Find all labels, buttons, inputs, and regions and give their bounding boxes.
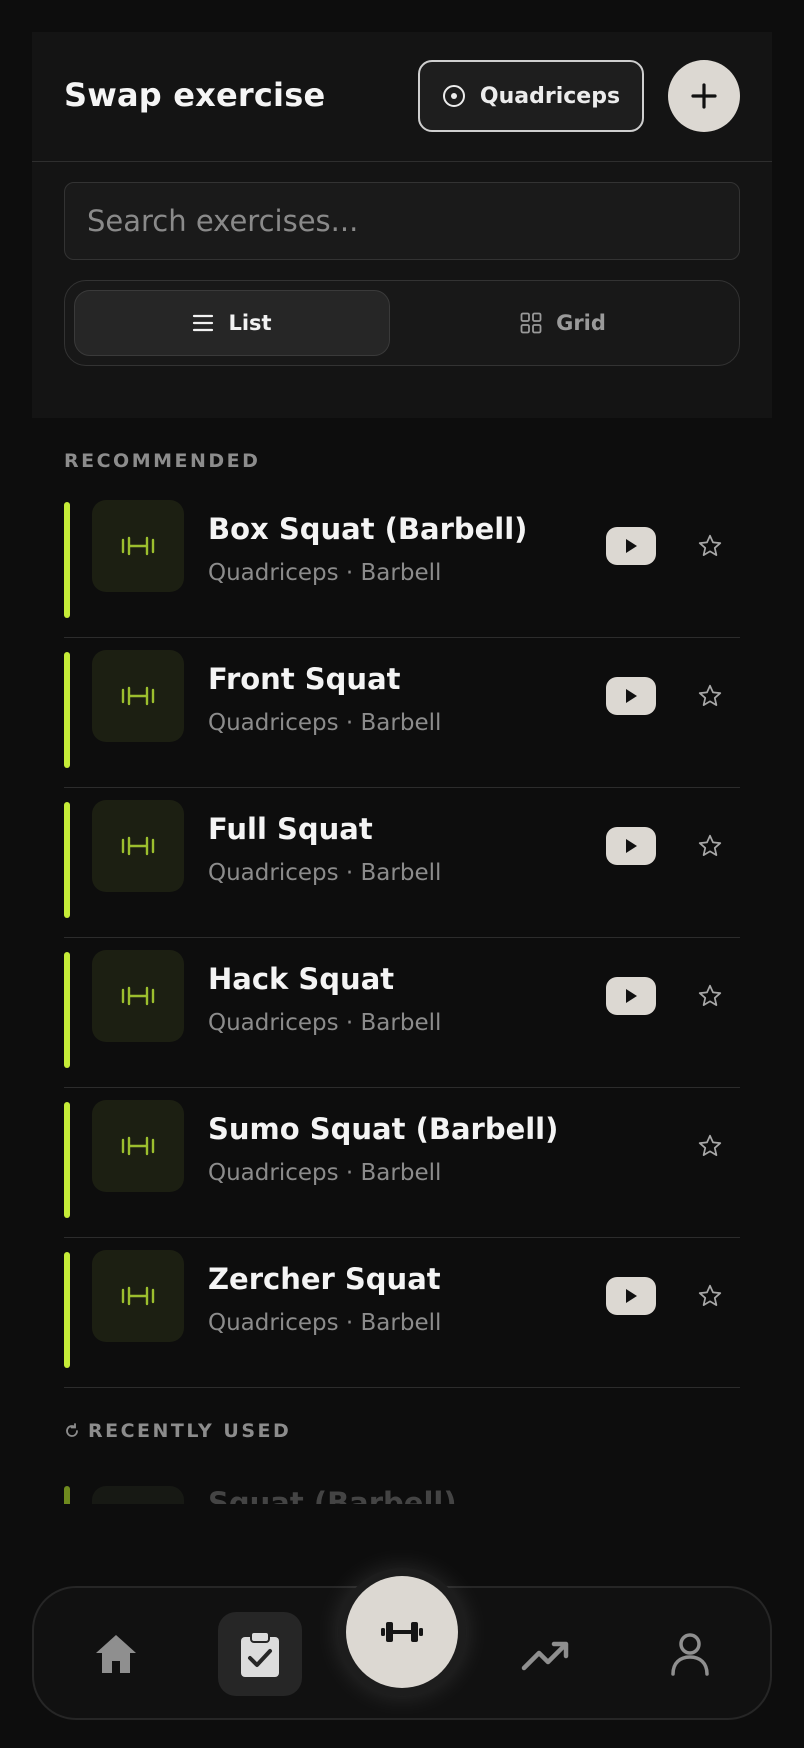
exercise-thumbnail (92, 1250, 184, 1342)
muscle-filter-button[interactable]: Quadriceps (418, 60, 644, 132)
list-view-button[interactable]: List (74, 290, 390, 356)
barbell-icon (121, 986, 155, 1006)
exercise-thumbnail (92, 950, 184, 1042)
exercise-meta: Quadriceps · Barbell (208, 1310, 442, 1336)
row-accent (64, 1486, 70, 1504)
grid-view-label: Grid (556, 311, 606, 335)
star-icon (698, 984, 722, 1006)
favorite-button[interactable] (692, 678, 728, 714)
list-icon (193, 314, 214, 332)
exercise-thumbnail (92, 500, 184, 592)
exercise-name: Box Squat (Barbell) (208, 512, 528, 546)
section-label-recent: RECENTLY USED (64, 1420, 291, 1442)
favorite-button[interactable] (692, 1278, 728, 1314)
video-button[interactable] (606, 677, 656, 715)
exercise-thumbnail (92, 650, 184, 742)
row-accent (64, 952, 70, 1068)
nav-workout-log[interactable] (218, 1612, 302, 1696)
exercise-name: Sumo Squat (Barbell) (208, 1112, 559, 1146)
exercise-name: Squat (Barbell) (208, 1486, 457, 1504)
exercise-row[interactable]: Sumo Squat (Barbell) Quadriceps · Barbell (64, 1088, 740, 1238)
exercise-thumbnail (92, 1486, 184, 1504)
add-exercise-button[interactable] (668, 60, 740, 132)
barbell-icon (121, 1286, 155, 1306)
plus-icon (691, 83, 717, 109)
nav-progress[interactable] (504, 1612, 588, 1696)
dumbbell-icon (381, 1622, 423, 1642)
recent-exercise-row[interactable]: Squat (Barbell) (64, 1476, 740, 1504)
page-title: Swap exercise (64, 76, 326, 114)
favorite-button[interactable] (692, 1128, 728, 1164)
row-accent (64, 1252, 70, 1368)
exercise-name: Full Squat (208, 812, 373, 846)
exercise-name: Zercher Squat (208, 1262, 441, 1296)
video-button[interactable] (606, 977, 656, 1015)
row-accent (64, 1102, 70, 1218)
nav-home[interactable] (74, 1612, 158, 1696)
list-view-label: List (228, 311, 272, 335)
exercise-row[interactable]: Hack Squat Quadriceps · Barbell (64, 938, 740, 1088)
exercise-meta: Quadriceps · Barbell (208, 860, 442, 886)
video-button[interactable] (606, 1277, 656, 1315)
star-icon (698, 834, 722, 856)
video-button[interactable] (606, 827, 656, 865)
top-panel: Swap exercise Quadriceps Search exercise… (32, 32, 772, 418)
view-toggle: List Grid (64, 280, 740, 366)
favorite-button[interactable] (692, 978, 728, 1014)
star-icon (698, 1134, 722, 1156)
recent-label-text: RECENTLY USED (88, 1420, 292, 1442)
exercise-row[interactable]: Full Squat Quadriceps · Barbell (64, 788, 740, 938)
search-input[interactable] (87, 204, 717, 238)
play-icon (626, 689, 637, 703)
exercise-row[interactable]: Front Squat Quadriceps · Barbell (64, 638, 740, 788)
grid-icon (520, 312, 542, 334)
header: Swap exercise Quadriceps (32, 32, 772, 162)
muscle-filter-label: Quadriceps (479, 83, 621, 109)
exercise-meta: Quadriceps · Barbell (208, 560, 442, 586)
target-icon (442, 85, 465, 107)
grid-view-button[interactable]: Grid (405, 290, 721, 356)
home-icon (96, 1635, 136, 1673)
row-accent (64, 802, 70, 918)
star-icon (698, 1284, 722, 1306)
exercise-name: Front Squat (208, 662, 401, 696)
barbell-icon (121, 1136, 155, 1156)
exercise-thumbnail (92, 1100, 184, 1192)
star-icon (698, 534, 722, 556)
swap-exercise-screen: Swap exercise Quadriceps Search exercise… (0, 0, 804, 1748)
search-field[interactable] (64, 182, 740, 260)
trending-up-icon (521, 1641, 569, 1671)
exercise-row[interactable]: Box Squat (Barbell) Quadriceps · Barbell (64, 488, 740, 638)
row-accent (64, 502, 70, 618)
history-icon (66, 1423, 78, 1437)
play-icon (626, 989, 637, 1003)
user-icon (671, 1633, 709, 1676)
exercise-meta: Quadriceps · Barbell (208, 1010, 442, 1036)
star-icon (698, 684, 722, 706)
section-label-recommended: RECOMMENDED (64, 450, 261, 472)
row-accent (64, 652, 70, 768)
clipboard-check-icon (241, 1631, 279, 1677)
exercise-name: Hack Squat (208, 962, 395, 996)
barbell-icon (121, 836, 155, 856)
play-icon (626, 539, 637, 553)
exercise-thumbnail (92, 800, 184, 892)
exercise-row[interactable]: Zercher Squat Quadriceps · Barbell (64, 1238, 740, 1388)
exercise-meta: Quadriceps · Barbell (208, 1160, 442, 1186)
barbell-icon (121, 686, 155, 706)
play-icon (626, 839, 637, 853)
video-button[interactable] (606, 527, 656, 565)
exercises-tab-button[interactable] (346, 1576, 458, 1688)
nav-profile[interactable] (648, 1612, 732, 1696)
exercise-meta: Quadriceps · Barbell (208, 710, 442, 736)
barbell-icon (121, 536, 155, 556)
play-icon (626, 1289, 637, 1303)
favorite-button[interactable] (692, 828, 728, 864)
favorite-button[interactable] (692, 528, 728, 564)
